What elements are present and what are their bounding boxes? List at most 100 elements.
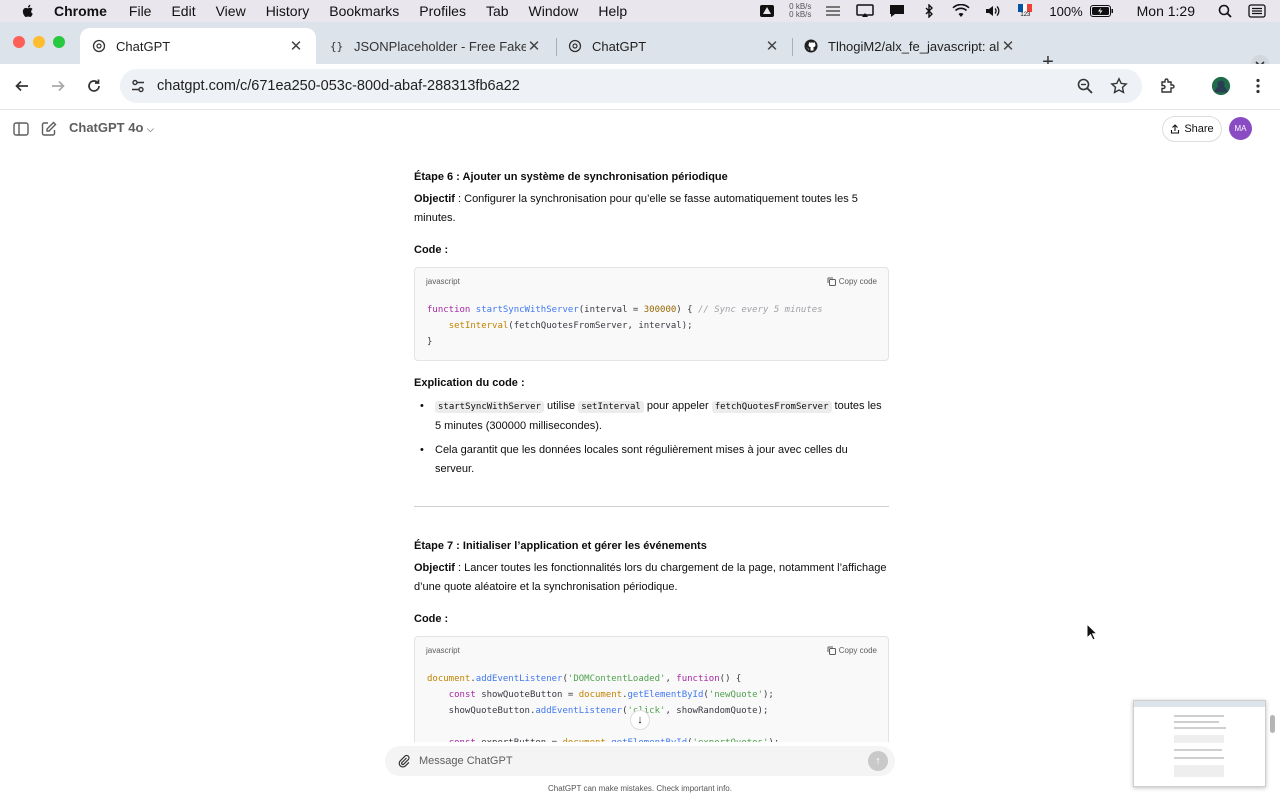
scroll-to-bottom-button[interactable]: ↓ — [630, 710, 650, 730]
list-item: Cela garantit que les données locales so… — [420, 441, 889, 479]
arrow-down-icon: ↓ — [637, 714, 643, 726]
screen-mirroring-icon[interactable] — [856, 4, 875, 18]
url-text[interactable]: chatgpt.com/c/671ea250-053c-800d-abaf-28… — [157, 78, 1076, 94]
menu-bookmarks[interactable]: Bookmarks — [329, 3, 399, 19]
network-speed[interactable]: 0 kB/s 0 kB/s — [789, 3, 811, 19]
code-language: javascript — [426, 276, 460, 286]
bookmark-star-icon[interactable] — [1110, 77, 1128, 95]
control-center-icon[interactable] — [1248, 4, 1266, 18]
assistant-message: Étape 6 : Ajouter un système de synchron… — [414, 148, 889, 742]
back-arrow-icon — [15, 80, 28, 92]
net-download: 0 kB/s — [789, 10, 812, 19]
tab-close-icon[interactable]: ✕ — [764, 37, 780, 55]
paperclip-icon[interactable] — [397, 754, 411, 768]
menubar-clock[interactable]: Mon 1:29 — [1137, 3, 1195, 19]
screenshot-thumbnail-preview[interactable] — [1133, 700, 1266, 787]
keyboard-input-flag-icon[interactable]: 123 — [1016, 4, 1034, 18]
window-close-button[interactable] — [13, 36, 25, 48]
window-zoom-button[interactable] — [53, 36, 65, 48]
share-upload-icon — [1171, 124, 1180, 134]
copy-icon — [827, 646, 836, 655]
objective-text: : Lancer toutes les fonctionnalités lors… — [414, 562, 887, 593]
menu-view[interactable]: View — [216, 3, 246, 19]
mouse-cursor-icon — [1086, 623, 1098, 641]
inline-code: startSyncWithServer — [435, 401, 544, 413]
chatgpt-header: ChatGPT 4o ⌵ Share MA — [0, 111, 1280, 147]
share-button[interactable]: Share — [1162, 116, 1222, 142]
volume-icon[interactable] — [984, 4, 1002, 18]
menu-file[interactable]: File — [129, 3, 152, 19]
explanation-list: startSyncWithServer utilise setInterval … — [420, 397, 889, 479]
model-selector[interactable]: ChatGPT 4o ⌵ — [69, 120, 154, 135]
menu-history[interactable]: History — [266, 3, 310, 19]
menu-tab[interactable]: Tab — [486, 3, 509, 19]
chevron-down-icon: ⌵ — [147, 124, 154, 134]
code-block-step7: javascript Copy code document.addEventLi… — [414, 636, 889, 742]
address-bar[interactable]: chatgpt.com/c/671ea250-053c-800d-abaf-28… — [120, 69, 1142, 103]
window-minimize-button[interactable] — [33, 36, 45, 48]
copy-code-button[interactable]: Copy code — [827, 641, 877, 660]
forward-button[interactable] — [48, 76, 68, 96]
stats-menu-icon[interactable] — [824, 4, 842, 18]
arrow-up-icon: ↑ — [875, 755, 881, 767]
chrome-menu-button[interactable] — [1248, 76, 1268, 96]
forward-arrow-icon — [52, 80, 65, 92]
model-name: ChatGPT 4o — [69, 120, 144, 135]
reload-button[interactable] — [84, 76, 104, 96]
tab-close-icon[interactable]: ✕ — [1000, 37, 1016, 55]
menu-app-name[interactable]: Chrome — [54, 3, 107, 19]
menu-help[interactable]: Help — [598, 3, 627, 19]
openai-icon — [92, 39, 106, 53]
tab-chatgpt-2[interactable]: ChatGPT ✕ — [556, 28, 792, 64]
extensions-button[interactable] — [1158, 76, 1178, 96]
sidebar-toggle-icon[interactable] — [12, 120, 30, 138]
message-input[interactable]: Message ChatGPT — [419, 755, 868, 767]
list-item: startSyncWithServer utilise setInterval … — [420, 397, 889, 436]
tab-close-icon[interactable]: ✕ — [526, 37, 542, 55]
thumbnail-tabbar — [1134, 701, 1265, 707]
explanation-heading: Explication du code : — [414, 374, 889, 393]
list-text: Cela garantit que les données locales so… — [435, 444, 848, 475]
menu-profiles[interactable]: Profiles — [419, 3, 466, 19]
spotlight-search-icon[interactable] — [1216, 4, 1234, 18]
code-content[interactable]: document.addEventListener('DOMContentLoa… — [415, 663, 888, 742]
objective-label: Objectif — [414, 193, 455, 205]
battery-icon[interactable] — [1089, 4, 1114, 18]
menu-window[interactable]: Window — [529, 3, 579, 19]
tab-chatgpt-active[interactable]: ChatGPT ✕ — [80, 28, 316, 64]
tab-title: JSONPlaceholder - Free Fake — [354, 38, 526, 54]
user-avatar[interactable]: MA — [1229, 117, 1252, 140]
github-icon — [804, 39, 818, 53]
zoom-icon[interactable] — [1076, 77, 1094, 95]
site-info-tune-icon[interactable] — [130, 78, 146, 94]
svg-text:{}: {} — [330, 40, 343, 53]
tab-title: TlhogiM2/alx_fe_javascript: al — [828, 38, 1000, 54]
bluetooth-icon[interactable] — [920, 4, 938, 18]
menu-edit[interactable]: Edit — [171, 3, 195, 19]
tab-close-icon[interactable]: ✕ — [288, 37, 304, 55]
thumbnail-line — [1174, 757, 1224, 759]
new-chat-icon[interactable] — [40, 120, 58, 138]
reload-icon — [88, 79, 100, 92]
wifi-icon[interactable] — [952, 4, 970, 18]
tab-github[interactable]: TlhogiM2/alx_fe_javascript: al ✕ — [792, 28, 1028, 64]
code-label: Code : — [414, 244, 449, 256]
code-block-header: javascript Copy code — [415, 268, 888, 294]
profile-button[interactable] — [1211, 76, 1231, 96]
objective-text: : Configurer la synchronisation pour qu’… — [414, 193, 858, 224]
step6-title: Étape 6 : Ajouter un système de synchron… — [414, 171, 728, 183]
message-composer[interactable]: Message ChatGPT ↑ — [385, 746, 895, 776]
back-button[interactable] — [12, 76, 32, 96]
tab-jsonplaceholder[interactable]: {} JSONPlaceholder - Free Fake ✕ — [318, 28, 554, 64]
code-content[interactable]: function startSyncWithServer(interval = … — [415, 294, 888, 360]
copy-code-button[interactable]: Copy code — [827, 272, 877, 291]
page-scrollbar-thumb[interactable] — [1270, 715, 1275, 733]
messages-icon[interactable] — [888, 4, 906, 18]
send-button[interactable]: ↑ — [868, 751, 888, 771]
thumbnail-line — [1174, 727, 1226, 729]
apple-icon[interactable] — [20, 3, 36, 19]
google-drive-icon[interactable] — [758, 4, 776, 18]
step6-objective: Objectif : Configurer la synchronisation… — [414, 190, 889, 228]
tab-title: ChatGPT — [592, 38, 647, 54]
thumbnail-line — [1174, 735, 1224, 743]
